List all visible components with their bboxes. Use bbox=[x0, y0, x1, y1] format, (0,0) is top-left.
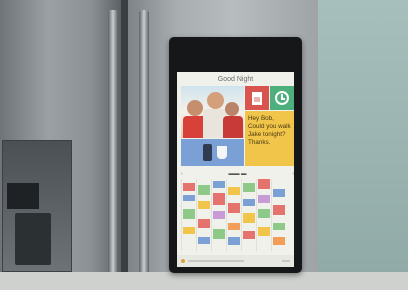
dispenser-lever bbox=[15, 213, 51, 265]
calendar-event-block[interactable] bbox=[228, 187, 240, 195]
prev-week-arrow-icon[interactable]: ‹ bbox=[181, 171, 183, 177]
calendar-icon bbox=[252, 91, 262, 105]
speaker-icon bbox=[203, 144, 212, 161]
calendar-event-block[interactable] bbox=[198, 201, 210, 209]
photo-person-face bbox=[225, 102, 239, 116]
photo-person-face bbox=[207, 92, 224, 109]
greeting-text: Good Night bbox=[217, 76, 254, 83]
calendar-event-block[interactable] bbox=[258, 179, 270, 189]
calendar-event-block[interactable] bbox=[213, 229, 225, 239]
status-footer bbox=[177, 255, 294, 267]
sticky-note-widget[interactable]: Hey Bob, Could you walk Jake tonight? Th… bbox=[245, 111, 294, 166]
calendar-day-column bbox=[181, 179, 182, 251]
calendar-event-block[interactable] bbox=[198, 219, 210, 228]
water-dispenser bbox=[2, 140, 72, 272]
calendar-event-block[interactable] bbox=[183, 209, 195, 219]
note-line: Could you walk bbox=[248, 123, 291, 130]
note-line: Jake tonight? bbox=[248, 131, 286, 138]
note-line: Hey Bob, bbox=[248, 115, 274, 122]
weekly-calendar-grid[interactable] bbox=[181, 179, 294, 251]
coffee-cup-icon bbox=[217, 146, 227, 159]
calendar-event-block[interactable] bbox=[258, 227, 270, 236]
home-screen: Good Night Hey Bob, Could you walk Jake … bbox=[177, 72, 294, 267]
calendar-event-block[interactable] bbox=[213, 193, 225, 205]
calendar-event-block[interactable] bbox=[243, 231, 255, 239]
calendar-event-block[interactable] bbox=[228, 223, 240, 230]
calendar-event-block[interactable] bbox=[183, 195, 195, 201]
footer-action-placeholder[interactable] bbox=[282, 260, 290, 262]
clock-icon bbox=[275, 91, 289, 105]
calendar-event-block[interactable] bbox=[273, 189, 285, 197]
calendar-event-block[interactable] bbox=[198, 237, 210, 244]
left-door-handle bbox=[108, 10, 118, 290]
calendar-event-block[interactable] bbox=[228, 237, 240, 245]
calendar-event-block[interactable] bbox=[273, 237, 285, 245]
calendar-day-column bbox=[226, 179, 227, 251]
calendar-event-block[interactable] bbox=[258, 195, 270, 203]
calendar-event-block[interactable] bbox=[273, 205, 285, 215]
calendar-day-column bbox=[241, 179, 242, 251]
right-door-handle bbox=[139, 10, 149, 290]
calendar-header: ‹ ▬▬ ▬ › bbox=[181, 169, 294, 178]
calendar-event-block[interactable] bbox=[213, 181, 225, 188]
music-widget[interactable] bbox=[181, 139, 244, 166]
calendar-day-column bbox=[211, 179, 212, 251]
kitchen-wall bbox=[318, 0, 408, 290]
note-line: Thanks. bbox=[248, 139, 271, 146]
calendar-event-block[interactable] bbox=[213, 211, 225, 219]
footer-text-placeholder bbox=[188, 260, 244, 262]
calendar-month-label: ▬▬ ▬ bbox=[228, 170, 247, 177]
calendar-day-column bbox=[271, 179, 272, 251]
dispenser-panel bbox=[7, 183, 39, 209]
calendar-event-block[interactable] bbox=[183, 183, 195, 191]
calendar-event-block[interactable] bbox=[243, 199, 255, 206]
photo-person-shirt bbox=[223, 116, 243, 138]
family-photo-widget[interactable] bbox=[181, 86, 244, 138]
photo-person-face bbox=[187, 100, 203, 116]
calendar-event-block[interactable] bbox=[243, 183, 255, 192]
calendar-event-block[interactable] bbox=[273, 223, 285, 230]
calendar-event-block[interactable] bbox=[228, 203, 240, 213]
notification-dot-icon bbox=[181, 259, 185, 263]
floor bbox=[0, 272, 408, 290]
fridge-touchscreen: Good Night Hey Bob, Could you walk Jake … bbox=[169, 37, 302, 273]
calendar-day-column bbox=[256, 179, 257, 251]
calendar-day-column bbox=[196, 179, 197, 251]
next-week-arrow-icon[interactable]: › bbox=[292, 171, 294, 177]
calendar-event-block[interactable] bbox=[183, 227, 195, 234]
clock-app-tile[interactable] bbox=[270, 86, 294, 110]
calendar-event-block[interactable] bbox=[258, 209, 270, 218]
calendar-event-block[interactable] bbox=[243, 213, 255, 223]
calendar-event-block[interactable] bbox=[198, 185, 210, 195]
calendar-app-tile[interactable] bbox=[245, 86, 269, 110]
